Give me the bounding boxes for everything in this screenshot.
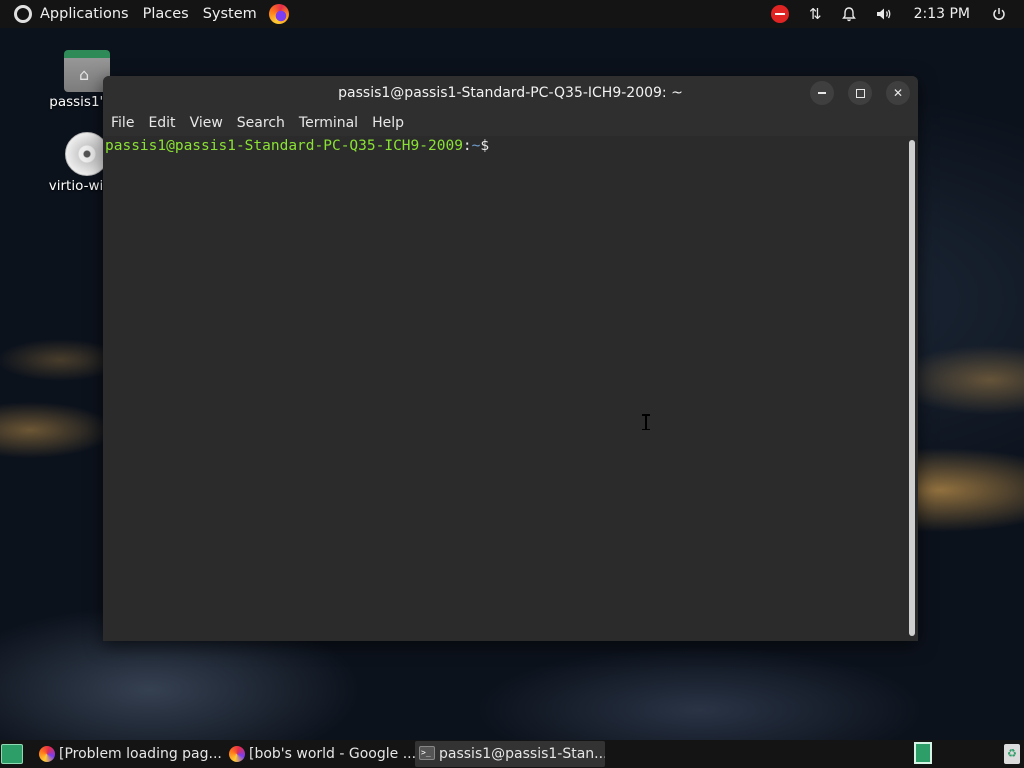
- house-icon: ⌂: [79, 65, 90, 84]
- maximize-button[interactable]: [848, 81, 872, 105]
- power-icon: [993, 8, 1005, 20]
- window-title: passis1@passis1-Standard-PC-Q35-ICH9-200…: [338, 84, 683, 101]
- firefox-launcher-icon[interactable]: [268, 4, 289, 24]
- minimize-icon: [818, 92, 826, 94]
- shell-prompt: passis1@passis1-Standard-PC-Q35-ICH9-200…: [105, 138, 489, 154]
- firefox-icon: [39, 746, 55, 762]
- update-blocked-tray[interactable]: [761, 0, 799, 28]
- applications-menu-label: Applications: [40, 6, 129, 22]
- bell-icon: [841, 6, 856, 21]
- terminal-titlebar[interactable]: passis1@passis1-Standard-PC-Q35-ICH9-200…: [103, 76, 918, 109]
- panel-right: ⇅ 2:13 PM: [761, 0, 1016, 28]
- applications-menu[interactable]: Applications: [8, 0, 135, 28]
- close-button[interactable]: ✕: [886, 81, 910, 105]
- notifications-tray[interactable]: [832, 0, 866, 28]
- task-label: passis1@passis1-Stan...: [439, 746, 605, 762]
- terminal-menubar: File Edit View Search Terminal Help: [103, 109, 918, 136]
- maximize-icon: [855, 88, 865, 98]
- minimize-button[interactable]: [810, 81, 834, 105]
- trash-icon[interactable]: ♻: [1004, 744, 1020, 764]
- network-arrows-icon: ⇅: [809, 5, 822, 23]
- menu-terminal[interactable]: Terminal: [293, 115, 364, 131]
- window-list: [Problem loading pag... [bob's world - G…: [35, 740, 605, 768]
- prompt-symbol: $: [480, 138, 490, 154]
- terminal-icon: >_: [419, 746, 435, 760]
- task-label: [Problem loading pag...: [59, 746, 222, 762]
- panel-left: Applications Places System: [8, 0, 289, 28]
- distro-logo-icon: [14, 5, 32, 23]
- workspace-switcher-icon[interactable]: [914, 742, 932, 764]
- task-button-firefox-2[interactable]: [bob's world - Google ...: [225, 741, 415, 767]
- task-button-firefox-1[interactable]: [Problem loading pag...: [35, 741, 225, 767]
- text-cursor-icon: [642, 414, 650, 430]
- menu-help[interactable]: Help: [366, 115, 410, 131]
- bottom-panel: [Problem loading pag... [bob's world - G…: [0, 740, 1024, 768]
- menu-view[interactable]: View: [184, 115, 229, 131]
- volume-tray[interactable]: [866, 0, 902, 28]
- window-controls: ✕: [810, 81, 910, 105]
- places-menu[interactable]: Places: [135, 0, 195, 28]
- firefox-icon: [229, 746, 245, 762]
- no-entry-icon: [771, 5, 789, 23]
- task-button-terminal[interactable]: >_ passis1@passis1-Stan...: [415, 741, 605, 767]
- terminal-output-area[interactable]: passis1@passis1-Standard-PC-Q35-ICH9-200…: [103, 136, 918, 641]
- power-tray[interactable]: [982, 0, 1016, 28]
- terminal-scrollbar[interactable]: [909, 140, 915, 636]
- menu-file[interactable]: File: [105, 115, 140, 131]
- network-tray[interactable]: ⇅: [799, 0, 832, 28]
- terminal-window: passis1@passis1-Standard-PC-Q35-ICH9-200…: [103, 76, 918, 641]
- system-menu-label: System: [202, 6, 257, 22]
- menu-edit[interactable]: Edit: [142, 115, 181, 131]
- speaker-icon: [876, 8, 890, 20]
- menu-search[interactable]: Search: [231, 115, 291, 131]
- clock[interactable]: 2:13 PM: [902, 6, 982, 22]
- prompt-separator: :: [462, 138, 472, 154]
- task-label: [bob's world - Google ...: [249, 746, 415, 762]
- system-menu[interactable]: System: [195, 0, 263, 28]
- show-desktop-icon[interactable]: [1, 744, 23, 764]
- close-icon: ✕: [892, 86, 904, 100]
- prompt-user-host: passis1@passis1-Standard-PC-Q35-ICH9-200…: [105, 138, 463, 154]
- top-panel: Applications Places System ⇅ 2:13 PM: [0, 0, 1024, 28]
- places-menu-label: Places: [142, 6, 189, 22]
